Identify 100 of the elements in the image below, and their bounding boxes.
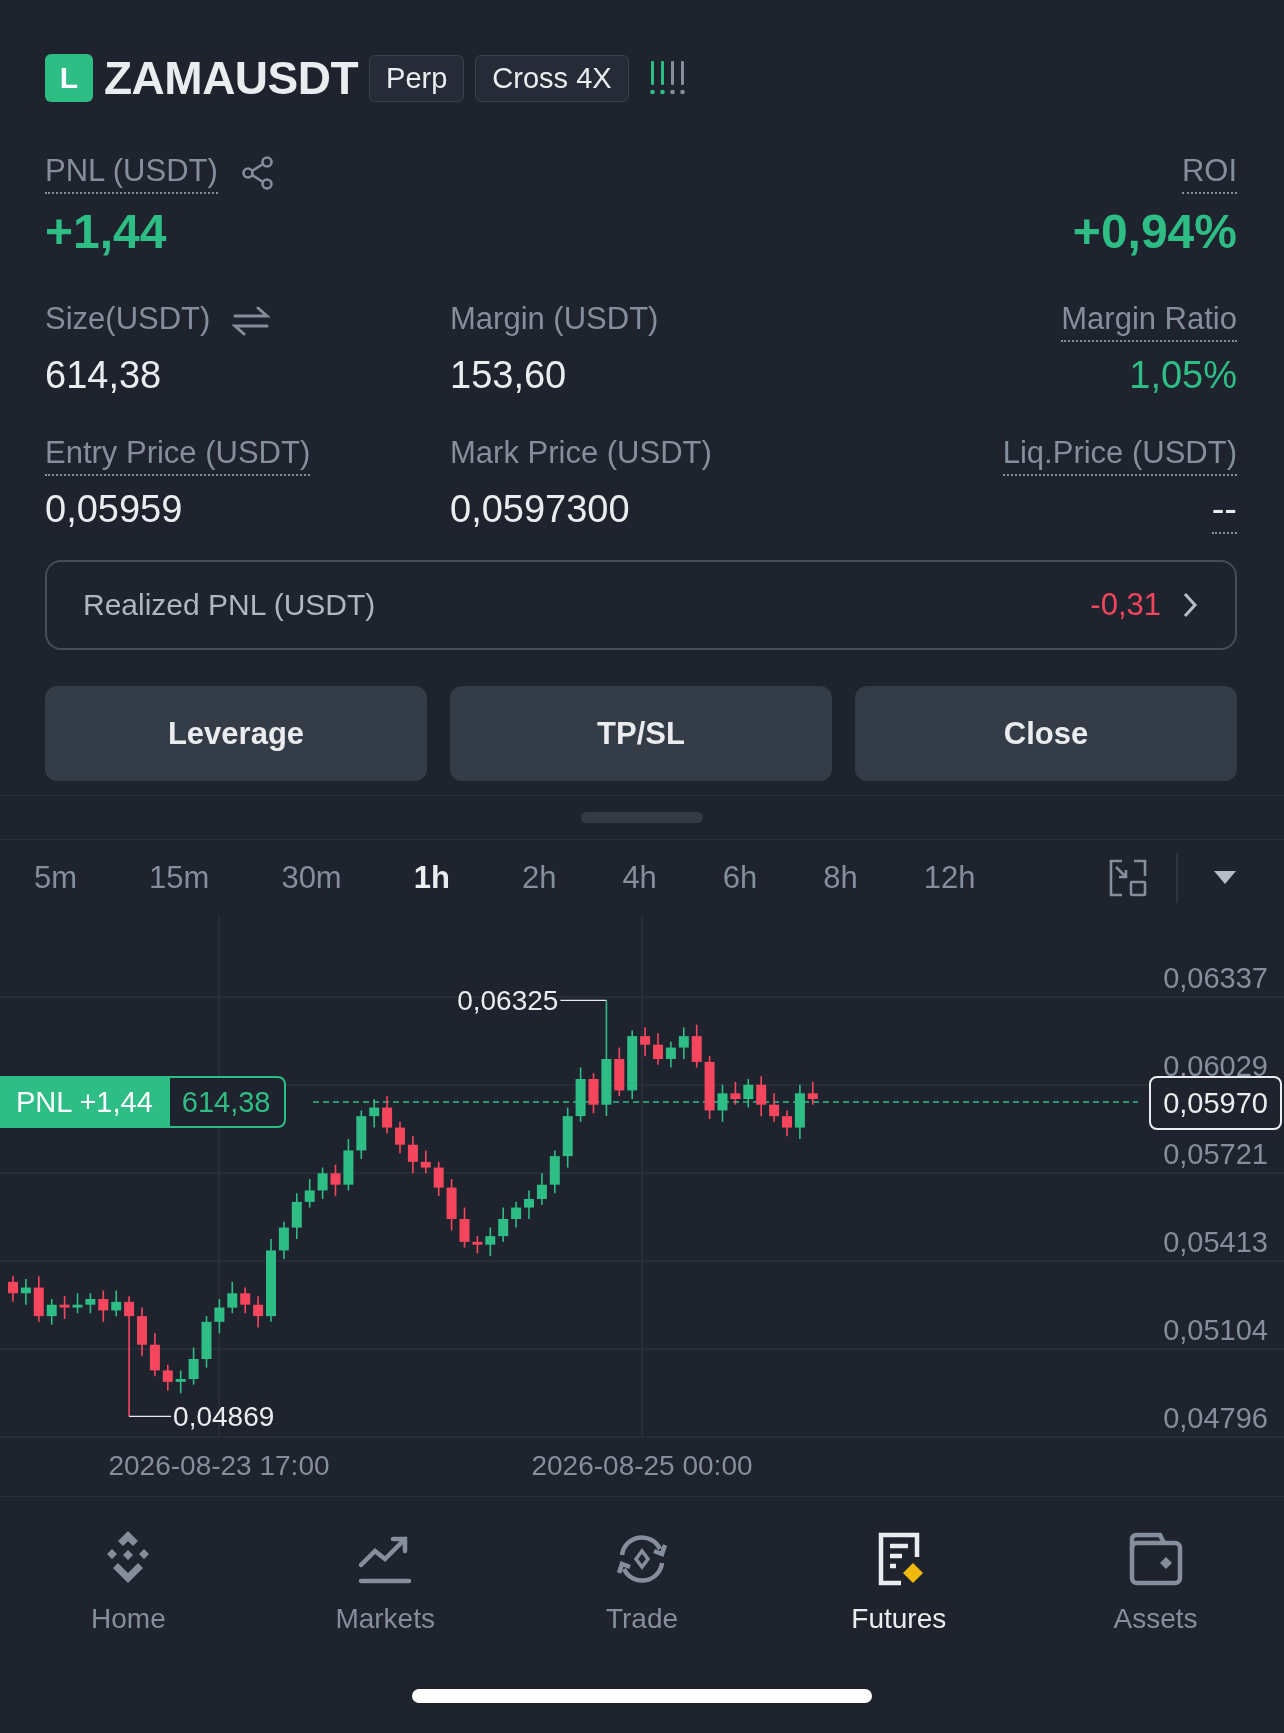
high-price-label: 0,06325 [457,985,559,1017]
action-button[interactable]: Leverage [45,686,427,781]
chevron-right-icon [1181,590,1199,620]
candlestick [678,1026,689,1060]
candlestick [137,1306,147,1357]
candlestick [227,1281,238,1315]
candlestick [214,1298,225,1335]
stat-value: 0,05959 [45,487,184,532]
price-axis-label: 0,06337 [1163,962,1268,994]
share-icon[interactable] [239,155,276,191]
candlestick [304,1178,315,1209]
candlestick [46,1298,57,1326]
candlestick [665,1041,676,1069]
realized-pnl-label: Realized PNL (USDT) [83,588,376,622]
timeframe-tab[interactable]: 30m [267,848,356,908]
candlestick [433,1161,444,1197]
action-button[interactable]: Close [855,686,1237,781]
candlestick [188,1346,199,1386]
price-axis-label: 0,05104 [1163,1314,1268,1346]
stat-label: Size(USDT) [45,300,211,338]
stat-label: Mark Price (USDT) [450,434,712,472]
candlestick [769,1092,780,1123]
candlestick [614,1046,625,1097]
stat-value: +0,94% [1072,204,1237,260]
stat-value: 614,38 [45,353,163,398]
candlestick [730,1081,741,1106]
candlestick [59,1295,70,1320]
timeframe-tab[interactable]: 5m [20,848,92,908]
candlestick [472,1235,483,1255]
nav-tab[interactable]: Assets [1055,1529,1256,1679]
stat-value: -- [1211,486,1237,534]
candlestick [369,1098,380,1129]
price-axis-label: 0,04796 [1163,1402,1268,1434]
side-badge: L [45,54,93,102]
candlestick [743,1078,754,1109]
candlestick [240,1286,251,1315]
stat-label: Margin Ratio [1061,300,1237,342]
candlestick [175,1369,186,1395]
candlestick [395,1121,405,1155]
position-tag[interactable]: PNL +1,44 614,38 [0,1076,287,1128]
candlestick [691,1023,702,1069]
candlestick [291,1192,302,1240]
stat-value: 1,05% [1129,353,1237,398]
candlestick [201,1315,212,1369]
candlestick [756,1075,767,1117]
realized-pnl-row[interactable]: Realized PNL (USDT) -0,31 [45,560,1237,650]
stat-label: Margin (USDT) [450,300,659,338]
candlestick [317,1166,328,1200]
candlestick [162,1363,173,1392]
candlestick [627,1029,638,1100]
price-axis-label: 0,05721 [1163,1138,1268,1170]
candlestick [485,1226,496,1257]
candlestick [549,1149,560,1195]
date-axis-label: 2026-08-23 17:00 [108,1450,330,1481]
timeframe-tab[interactable]: 8h [809,848,872,908]
stat-value: +1,44 [45,204,168,260]
candlestick [149,1332,160,1377]
leader-line [559,999,608,1002]
candlestick [356,1109,367,1160]
risk-indicator-icon[interactable] [647,59,688,97]
action-button[interactable]: TP/SL [450,686,832,781]
timeframe-tab[interactable]: 6h [708,848,772,908]
stat-value: 0,0597300 [450,487,631,532]
candlestick [588,1072,599,1115]
candlestick [562,1106,573,1169]
timeframe-tab[interactable]: 12h [909,848,990,908]
timeframe-tab[interactable]: 4h [608,848,671,908]
symbol-title: ZAMAUSDT [104,51,359,105]
timeframe-tab[interactable]: 2h [507,848,571,908]
stat-label: Liq.Price (USDT) [1002,434,1237,476]
candlestick [85,1292,96,1315]
tag: Cross 4X [475,54,629,102]
candlestick [807,1081,818,1106]
candlestick [407,1135,418,1175]
leader-line [128,1415,172,1418]
candlestick [794,1083,805,1140]
timeframe-tab[interactable]: 1h [399,848,464,908]
candlestick [446,1178,457,1232]
candlestick [511,1201,522,1229]
nav-tab[interactable]: Trade [542,1529,742,1679]
position-pnl: PNL +1,44 [2,1078,170,1126]
fullscreen-icon[interactable] [1108,858,1148,898]
drag-handle[interactable] [581,812,703,823]
candlestick [8,1275,18,1303]
swap-icon[interactable] [232,304,271,338]
position-size: 614,38 [180,1084,272,1120]
nav-tab[interactable]: Home [28,1529,229,1679]
candlestick [704,1055,715,1120]
candlestick [253,1295,264,1329]
nav-tab[interactable]: Futures [798,1529,999,1679]
candlestick [536,1172,547,1206]
candlestick [330,1163,341,1197]
current-price-tag: 0,05970 [1149,1076,1282,1130]
candlestick [72,1292,83,1315]
dropdown-caret-icon[interactable] [1214,871,1236,885]
candlestick [382,1095,393,1135]
nav-tab[interactable]: Markets [285,1529,486,1679]
price-axis-label: 0,05413 [1163,1226,1268,1258]
stat-value: 153,60 [450,353,568,398]
timeframe-tab[interactable]: 15m [135,848,224,908]
